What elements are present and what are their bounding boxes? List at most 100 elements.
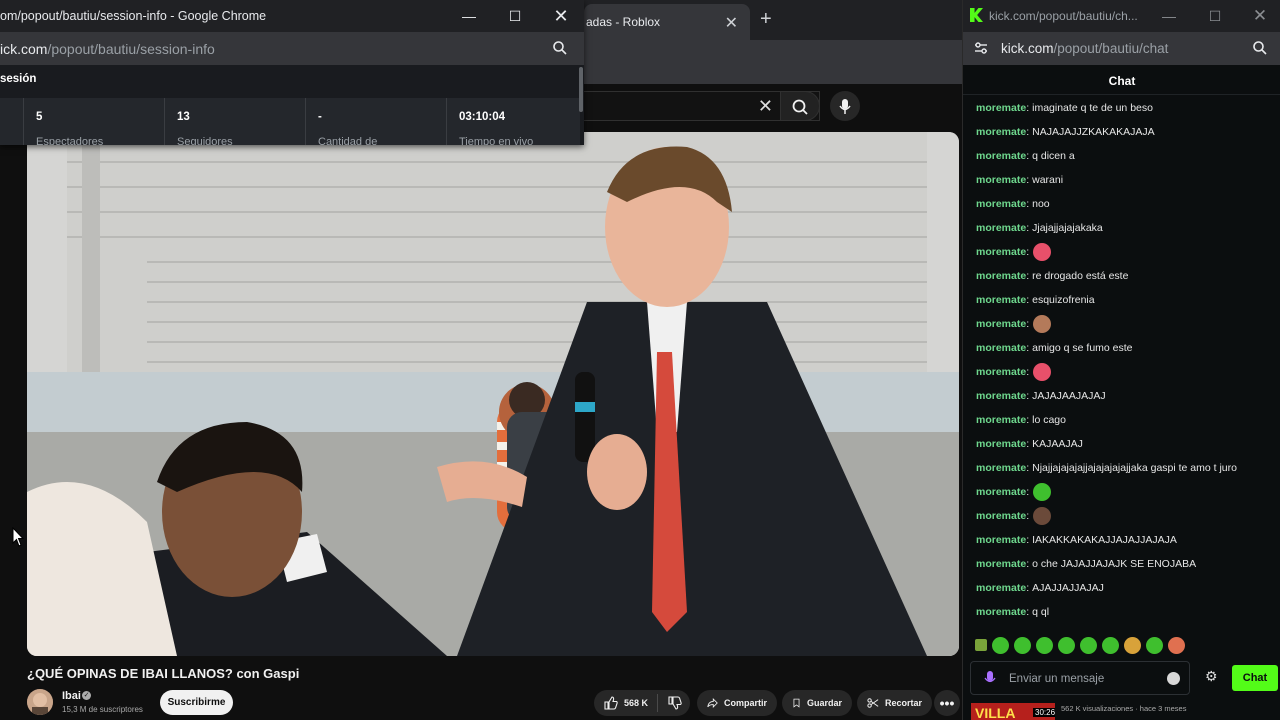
site-settings-icon[interactable] <box>973 40 989 56</box>
chat-message: moremate: amigo q se fumo este <box>976 338 1133 358</box>
chat-separator: : <box>1026 318 1030 330</box>
emote-icon[interactable] <box>1014 636 1031 654</box>
chat-message: moremate: NAJAJAJJZKAKAKAJAJA <box>976 122 1155 142</box>
video-player[interactable] <box>27 132 959 656</box>
bookmark-icon <box>793 698 800 708</box>
chat-separator: : <box>1026 198 1030 210</box>
chat-username[interactable]: moremate <box>976 438 1026 450</box>
chat-username[interactable]: moremate <box>976 606 1026 618</box>
minimize-icon[interactable]: — <box>459 6 479 26</box>
chat-message: moremate: <box>976 362 1052 382</box>
stat-live-time: 03:10:04 Tiempo en vivo <box>446 98 580 145</box>
chat-username[interactable]: moremate <box>976 150 1026 162</box>
chat-username[interactable]: moremate <box>976 174 1026 186</box>
chat-emote-icon <box>1033 507 1052 525</box>
chat-username[interactable]: moremate <box>976 318 1026 330</box>
emote-icon[interactable] <box>1124 636 1141 654</box>
voice-search-button[interactable] <box>830 91 860 121</box>
emote-icon[interactable] <box>1146 636 1163 654</box>
chat-text: amigo q se fumo este <box>1032 342 1133 354</box>
chat-username[interactable]: moremate <box>976 534 1026 546</box>
stat-value: 5 <box>36 111 43 123</box>
window-title: om/popout/bautiu/session-info - Google C… <box>0 9 267 23</box>
subscribe-button[interactable]: Suscribirme <box>160 690 233 715</box>
chat-username[interactable]: moremate <box>976 582 1026 594</box>
more-actions-button[interactable]: ••• <box>934 690 960 716</box>
chat-text: KAJAAJAJ <box>1032 438 1083 450</box>
search-icon[interactable] <box>552 40 568 56</box>
scrollbar[interactable] <box>579 67 583 112</box>
chat-username[interactable]: moremate <box>976 270 1026 282</box>
chat-username[interactable]: moremate <box>976 414 1026 426</box>
chat-username[interactable]: moremate <box>976 294 1026 306</box>
close-icon[interactable]: ✕ <box>1250 6 1270 26</box>
kick-logo-icon <box>970 8 983 22</box>
video-thumbnail[interactable]: VILLA 30:26 <box>971 703 1055 720</box>
emote-icon[interactable] <box>1102 636 1119 654</box>
chat-message: moremate: warani <box>976 170 1063 190</box>
search-icon[interactable] <box>1252 40 1268 56</box>
chat-text: IAKAKKAKAKAJJAJAJJAJAJA <box>1032 534 1177 546</box>
minimize-icon[interactable]: — <box>1159 6 1179 26</box>
maximize-icon[interactable]: ☐ <box>505 6 525 26</box>
chat-message: moremate: Njajjajajajajjajajajajajjaka ga… <box>976 458 1237 478</box>
maximize-icon[interactable]: ☐ <box>1205 6 1225 26</box>
chat-message-input[interactable] <box>1009 669 1159 689</box>
session-info-window: om/popout/bautiu/session-info - Google C… <box>0 0 584 145</box>
chat-messages[interactable]: moremate: imaginate q te de un beso morema… <box>963 96 1280 626</box>
chat-username[interactable]: moremate <box>976 558 1026 570</box>
youtube-search-button[interactable] <box>780 91 820 121</box>
new-tab-icon[interactable]: + <box>760 8 772 31</box>
address-url[interactable]: ick.com/popout/bautiu/session-info <box>0 41 215 57</box>
address-url[interactable]: kick.com/popout/bautiu/chat <box>1001 41 1168 56</box>
thumbnail-text: VILLA <box>975 705 1016 720</box>
chat-title: Chat <box>1108 74 1136 88</box>
channel-name[interactable]: Ibai <box>62 690 81 702</box>
channel-avatar[interactable] <box>27 689 53 715</box>
microphone-icon <box>839 99 851 114</box>
chat-username[interactable]: moremate <box>976 342 1026 354</box>
microphone-icon[interactable] <box>983 670 997 686</box>
clip-button[interactable]: Recortar <box>857 690 932 716</box>
kick-titlebar[interactable]: kick.com/popout/bautiu/ch... — ☐ ✕ <box>963 0 1280 32</box>
chat-message: moremate: IAKAKKAKAKAJJAJAJJAJAJA <box>976 530 1177 550</box>
chat-separator: : <box>1026 126 1030 138</box>
chat-username[interactable]: moremate <box>976 222 1026 234</box>
clear-search-icon[interactable]: ✕ <box>758 96 773 117</box>
background-tab-roblox[interactable]: adas - Roblox ✕ <box>584 4 750 40</box>
emote-icon[interactable] <box>1080 636 1097 654</box>
chat-username[interactable]: moremate <box>976 198 1026 210</box>
chat-username[interactable]: moremate <box>976 486 1026 498</box>
share-button[interactable]: Compartir <box>697 690 777 716</box>
send-chat-button[interactable]: Chat <box>1232 665 1278 691</box>
session-info-titlebar[interactable]: om/popout/bautiu/session-info - Google C… <box>0 0 584 32</box>
address-bar[interactable]: kick.com/popout/bautiu/chat <box>963 32 1280 65</box>
chat-username[interactable]: moremate <box>976 246 1026 258</box>
emoji-picker-icon[interactable] <box>1167 672 1180 685</box>
chat-username[interactable]: moremate <box>976 102 1026 114</box>
background-toolbar <box>584 40 962 84</box>
chat-message: moremate: esquizofrenia <box>976 290 1095 310</box>
chat-input-box[interactable] <box>970 661 1190 695</box>
emote-icon[interactable] <box>992 636 1009 654</box>
close-icon[interactable]: ✕ <box>551 6 571 26</box>
chat-username[interactable]: moremate <box>976 462 1026 474</box>
dislike-button[interactable] <box>660 690 690 716</box>
thumbs-down-icon <box>668 696 682 710</box>
chat-message: moremate: q ql <box>976 602 1049 622</box>
chat-username[interactable]: moremate <box>976 390 1026 402</box>
emote-icon[interactable] <box>1036 636 1053 654</box>
scissors-icon <box>867 698 879 708</box>
emote-icon[interactable] <box>1168 636 1185 654</box>
chat-username[interactable]: moremate <box>976 126 1026 138</box>
save-button[interactable]: Guardar <box>782 690 852 716</box>
gear-icon[interactable]: ⚙ <box>1205 668 1218 685</box>
tab-close-icon[interactable]: ✕ <box>725 13 738 33</box>
session-stats: 5 Espectadores 13 Seguidores - Cantidad … <box>0 98 580 145</box>
chat-username[interactable]: moremate <box>976 510 1026 522</box>
emote-icon[interactable] <box>1058 636 1075 654</box>
chat-text: o che JAJAJJAJAJK SE ENOJABA <box>1032 558 1197 570</box>
address-bar[interactable]: ick.com/popout/bautiu/session-info <box>0 32 584 65</box>
chat-username[interactable]: moremate <box>976 366 1026 378</box>
emote-icon[interactable] <box>975 639 987 651</box>
